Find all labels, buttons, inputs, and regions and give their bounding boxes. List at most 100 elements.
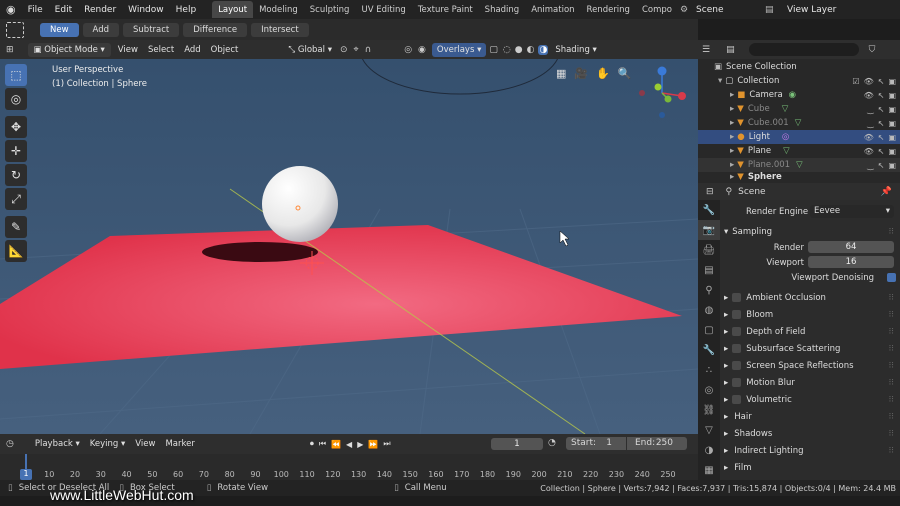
sampling-panel-header[interactable]: ▾ Sampling ⁝⁝ [724, 223, 896, 240]
pin-icon[interactable]: 📌 [881, 187, 892, 197]
eye-icon[interactable]: 👁 [864, 133, 874, 142]
outliner-item-plane-001[interactable]: ▸ ▼ Plane.001 ▽ ‿ ↖ ▣ [698, 158, 900, 172]
output-tab-icon[interactable]: 🖨 [698, 240, 720, 260]
texture-tab-icon[interactable]: ▦ [698, 460, 720, 480]
menu-help[interactable]: Help [170, 5, 203, 15]
tab-rendering[interactable]: Rendering [581, 1, 636, 18]
properties-editor-icon[interactable]: ⊟ [706, 187, 714, 197]
motion-blur-checkbox[interactable] [732, 378, 742, 387]
physics-tab-icon[interactable]: ◎ [698, 380, 720, 400]
keying-menu[interactable]: Keying ▾ [85, 437, 131, 451]
move-tool-icon[interactable]: ✥ [5, 116, 27, 138]
render-tab-icon[interactable]: 📷 [698, 220, 720, 240]
mode-difference-button[interactable]: Difference [183, 22, 248, 37]
menu-window[interactable]: Window [122, 5, 170, 15]
cursor-icon[interactable]: ↖ [878, 119, 885, 128]
subsurface-scattering-panel[interactable]: ▸ Subsurface Scattering ⁝⁝ [724, 340, 896, 357]
marker-menu[interactable]: Marker [160, 437, 199, 451]
material-tab-icon[interactable]: ◑ [698, 440, 720, 460]
expand-icon[interactable]: ▸ [730, 118, 734, 128]
outliner-item-plane[interactable]: ▸ ▼ Plane ▽ 👁 ↖ ▣ [698, 144, 900, 158]
menu-render[interactable]: Render [78, 5, 122, 15]
snap-icon[interactable]: ⌖ [354, 45, 359, 55]
scale-tool-icon[interactable]: ⤢ [5, 188, 27, 210]
world-tab-icon[interactable]: ◍ [698, 300, 720, 320]
camera-view-icon[interactable]: 🎥 [574, 67, 588, 80]
view-layer-tab-icon[interactable]: ▤ [698, 260, 720, 280]
tab-shading[interactable]: Shading [479, 1, 526, 18]
outliner-item-cube[interactable]: ▸ ▼ Cube ▽ ‿ ↖ ▣ [698, 102, 900, 116]
expand-icon[interactable]: ▸ [730, 172, 734, 182]
data-tab-icon[interactable]: ▽ [698, 420, 720, 440]
scene-tab-icon[interactable]: ⚲ [698, 280, 720, 300]
tab-sculpting[interactable]: Sculpting [304, 1, 356, 18]
screen-space-reflections-panel[interactable]: ▸ Screen Space Reflections ⁝⁝ [724, 357, 896, 374]
drag-handle-icon[interactable]: ⁝⁝ [889, 310, 894, 320]
object-tab-icon[interactable]: ▢ [698, 320, 720, 340]
display-mode-icon[interactable]: ▤ [726, 45, 735, 55]
drag-handle-icon[interactable]: ⁝⁝ [889, 327, 894, 337]
motion-blur-panel[interactable]: ▸ Motion Blur ⁝⁝ [724, 374, 896, 391]
blender-logo-icon[interactable]: ◉ [0, 3, 22, 16]
screen-space-reflections-checkbox[interactable] [732, 361, 742, 370]
depth-of-field-panel[interactable]: ▸ Depth of Field ⁝⁝ [724, 323, 896, 340]
camera-icon[interactable]: ▣ [888, 91, 896, 100]
eye-icon[interactable]: 👁 [864, 91, 874, 100]
render-samples-field[interactable]: 64 [808, 241, 894, 253]
outliner-item-cube-001[interactable]: ▸ ▼ Cube.001 ▽ ‿ ↖ ▣ [698, 116, 900, 130]
bloom-checkbox[interactable] [732, 310, 742, 319]
render-engine-dropdown[interactable]: Eevee ▾ [810, 205, 894, 218]
outliner-item-camera[interactable]: ▸ ■ Camera ◉ 👁 ↖ ▣ [698, 88, 900, 102]
outliner-editor-icon[interactable]: ☰ [702, 45, 710, 55]
ambient-occlusion-checkbox[interactable] [732, 293, 742, 302]
depth-of-field-checkbox[interactable] [732, 327, 742, 336]
timeline-view-menu[interactable]: View [130, 437, 160, 451]
film-panel[interactable]: ▸ Film [724, 459, 896, 476]
drag-handle-icon[interactable]: ⁝⁝ [889, 227, 894, 237]
preview-range-icon[interactable]: ◔ [548, 438, 556, 448]
cursor-tool-icon[interactable]: ◎ [5, 88, 27, 110]
indirect-lighting-panel[interactable]: ▸ Indirect Lighting ⁝⁝ [724, 442, 896, 459]
mode-new-button[interactable]: New [40, 22, 79, 37]
menu-view[interactable]: View [113, 43, 143, 57]
xray-icon[interactable]: ▢ [489, 45, 498, 55]
prev-keyframe-icon[interactable]: ⏪ [331, 440, 341, 449]
drag-handle-icon[interactable]: ⁝⁝ [889, 446, 894, 456]
menu-add[interactable]: Add [179, 43, 205, 57]
viewport-samples-field[interactable]: 16 [808, 256, 894, 268]
volumetric-panel[interactable]: ▸ Volumetric ⁝⁝ [724, 391, 896, 408]
drag-handle-icon[interactable]: ⁝⁝ [889, 378, 894, 388]
play-reverse-icon[interactable]: ◀ [346, 440, 352, 449]
particles-tab-icon[interactable]: ∴ [698, 360, 720, 380]
view-layer-icon[interactable]: ▤ [765, 5, 774, 15]
outliner-item-collection[interactable]: ▾ ▢ Collection ☑ 👁 ↖ ▣ [698, 74, 900, 88]
view-layer-name[interactable]: View Layer [787, 5, 836, 15]
eye-icon[interactable]: 👁 [864, 147, 874, 156]
select-box-icon[interactable] [6, 21, 24, 38]
expand-icon[interactable]: ▸ [730, 146, 734, 156]
cursor-icon[interactable]: ↖ [878, 77, 885, 86]
record-icon[interactable]: ⏺ [310, 439, 314, 449]
eye-closed-icon[interactable]: ‿ [867, 119, 873, 128]
filter-icon[interactable]: ⛉ [869, 45, 876, 55]
current-frame-field[interactable]: 1 [491, 438, 543, 450]
playhead[interactable]: 1 [20, 469, 32, 480]
bloom-panel[interactable]: ▸ Bloom ⁝⁝ [724, 306, 896, 323]
menu-select[interactable]: Select [143, 43, 179, 57]
tab-compositing[interactable]: Compo [636, 1, 678, 18]
camera-icon[interactable]: ▣ [888, 119, 896, 128]
gizmo-icon[interactable]: ◎ [404, 45, 412, 55]
start-frame-field[interactable]: Start: 1 [566, 437, 626, 450]
expand-icon[interactable]: ▸ [730, 132, 734, 142]
mode-subtract-button[interactable]: Subtract [123, 22, 180, 37]
cursor-icon[interactable]: ↖ [878, 147, 885, 156]
tab-uv-editing[interactable]: UV Editing [355, 1, 411, 18]
drag-handle-icon[interactable]: ⁝⁝ [889, 361, 894, 371]
tab-animation[interactable]: Animation [525, 1, 580, 18]
measure-tool-icon[interactable]: 📐 [5, 240, 27, 262]
sphere-object[interactable] [262, 166, 338, 242]
camera-icon[interactable]: ▣ [888, 105, 896, 114]
overlays-dropdown[interactable]: Overlays ▾ [431, 42, 487, 57]
3d-viewport[interactable]: User Perspective (1) Collection | Sphere… [0, 59, 698, 434]
menu-edit[interactable]: Edit [49, 5, 78, 15]
